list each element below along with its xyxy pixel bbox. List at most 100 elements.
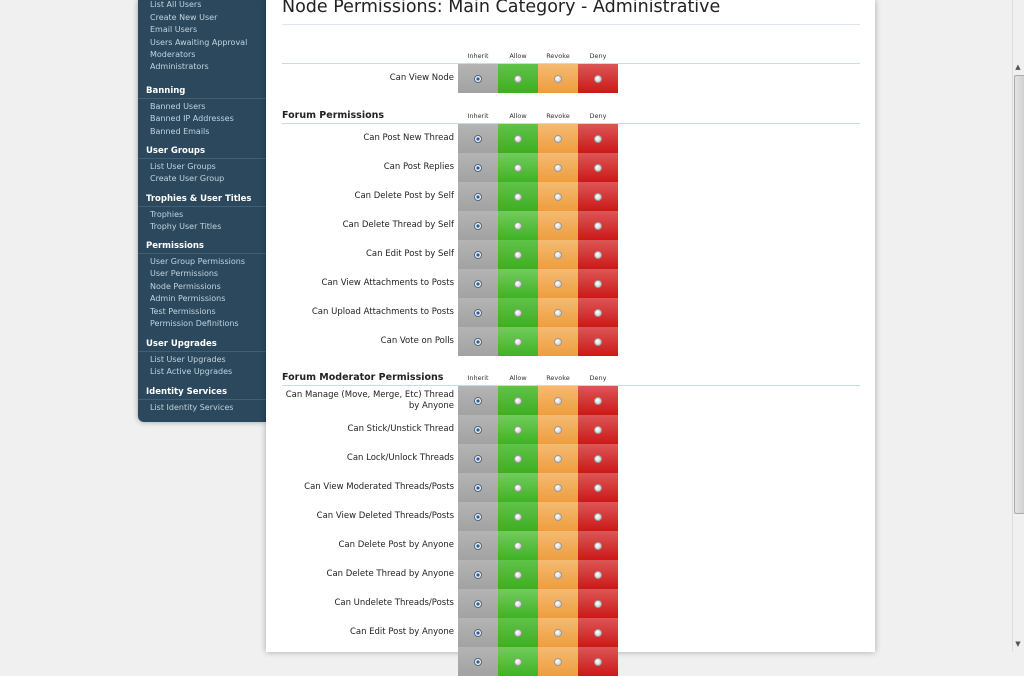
sidebar-link[interactable]: Administrators (138, 61, 266, 73)
scroll-up-arrow-icon[interactable]: ▲ (1012, 61, 1024, 73)
radio-button-revoke[interactable] (554, 279, 562, 288)
radio-button-revoke[interactable] (554, 425, 562, 434)
sidebar-heading[interactable]: User Upgrades (138, 339, 266, 352)
radio-button-allow[interactable] (514, 628, 522, 637)
sidebar-link[interactable]: Trophies (138, 209, 266, 221)
deny-option-cell[interactable] (578, 240, 618, 269)
allow-option-cell[interactable] (498, 531, 538, 560)
radio-button-allow[interactable] (514, 163, 522, 172)
radio-button-deny[interactable] (594, 628, 602, 637)
sidebar-link[interactable]: List Identity Services (138, 402, 266, 414)
radio-button-inherit[interactable] (474, 337, 482, 346)
sidebar-heading[interactable]: Banning (138, 86, 266, 99)
radio-button-inherit[interactable] (474, 221, 482, 230)
radio-button-allow[interactable] (514, 396, 522, 405)
sidebar-link[interactable]: User Permissions (138, 268, 266, 280)
sidebar-link[interactable]: List User Groups (138, 161, 266, 173)
radio-button-deny[interactable] (594, 250, 602, 259)
radio-button-allow[interactable] (514, 541, 522, 550)
radio-button-allow[interactable] (514, 74, 522, 83)
radio-button-revoke[interactable] (554, 396, 562, 405)
radio-button-inherit[interactable] (474, 454, 482, 463)
allow-option-cell[interactable] (498, 589, 538, 618)
revoke-option-cell[interactable] (538, 64, 578, 93)
inherit-option-cell[interactable] (458, 298, 498, 327)
inherit-option-cell[interactable] (458, 182, 498, 211)
radio-button-inherit[interactable] (474, 483, 482, 492)
deny-option-cell[interactable] (578, 415, 618, 444)
radio-button-allow[interactable] (514, 512, 522, 521)
sidebar-heading[interactable]: User Groups (138, 146, 266, 159)
deny-option-cell[interactable] (578, 124, 618, 153)
allow-option-cell[interactable] (498, 386, 538, 415)
revoke-option-cell[interactable] (538, 182, 578, 211)
radio-button-inherit[interactable] (474, 657, 482, 666)
revoke-option-cell[interactable] (538, 327, 578, 356)
deny-option-cell[interactable] (578, 211, 618, 240)
revoke-option-cell[interactable] (538, 531, 578, 560)
radio-button-allow[interactable] (514, 221, 522, 230)
radio-button-revoke[interactable] (554, 192, 562, 201)
radio-button-deny[interactable] (594, 74, 602, 83)
radio-button-inherit[interactable] (474, 163, 482, 172)
deny-option-cell[interactable] (578, 64, 618, 93)
allow-option-cell[interactable] (498, 327, 538, 356)
sidebar-link[interactable]: Permission Definitions (138, 318, 266, 330)
sidebar-link[interactable]: User Group Permissions (138, 256, 266, 268)
radio-button-deny[interactable] (594, 657, 602, 666)
radio-button-allow[interactable] (514, 250, 522, 259)
deny-option-cell[interactable] (578, 327, 618, 356)
deny-option-cell[interactable] (578, 182, 618, 211)
deny-option-cell[interactable] (578, 531, 618, 560)
sidebar-link[interactable]: Trophy User Titles (138, 221, 266, 233)
deny-option-cell[interactable] (578, 386, 618, 415)
inherit-option-cell[interactable] (458, 269, 498, 298)
allow-option-cell[interactable] (498, 124, 538, 153)
sidebar-link[interactable]: Moderators (138, 49, 266, 61)
radio-button-deny[interactable] (594, 454, 602, 463)
radio-button-revoke[interactable] (554, 512, 562, 521)
radio-button-revoke[interactable] (554, 74, 562, 83)
radio-button-allow[interactable] (514, 599, 522, 608)
inherit-option-cell[interactable] (458, 647, 498, 676)
inherit-option-cell[interactable] (458, 327, 498, 356)
radio-button-inherit[interactable] (474, 599, 482, 608)
radio-button-inherit[interactable] (474, 570, 482, 579)
sidebar-heading[interactable]: Identity Services (138, 387, 266, 400)
deny-option-cell[interactable] (578, 153, 618, 182)
radio-button-revoke[interactable] (554, 570, 562, 579)
inherit-option-cell[interactable] (458, 473, 498, 502)
allow-option-cell[interactable] (498, 269, 538, 298)
inherit-option-cell[interactable] (458, 211, 498, 240)
radio-button-deny[interactable] (594, 541, 602, 550)
radio-button-revoke[interactable] (554, 599, 562, 608)
allow-option-cell[interactable] (498, 64, 538, 93)
revoke-option-cell[interactable] (538, 415, 578, 444)
revoke-option-cell[interactable] (538, 386, 578, 415)
radio-button-deny[interactable] (594, 337, 602, 346)
revoke-option-cell[interactable] (538, 502, 578, 531)
radio-button-deny[interactable] (594, 134, 602, 143)
revoke-option-cell[interactable] (538, 153, 578, 182)
scrollbar-thumb[interactable] (1014, 75, 1024, 514)
radio-button-deny[interactable] (594, 396, 602, 405)
radio-button-inherit[interactable] (474, 425, 482, 434)
revoke-option-cell[interactable] (538, 269, 578, 298)
radio-button-allow[interactable] (514, 192, 522, 201)
radio-button-deny[interactable] (594, 163, 602, 172)
allow-option-cell[interactable] (498, 415, 538, 444)
radio-button-inherit[interactable] (474, 192, 482, 201)
radio-button-revoke[interactable] (554, 454, 562, 463)
inherit-option-cell[interactable] (458, 531, 498, 560)
allow-option-cell[interactable] (498, 560, 538, 589)
revoke-option-cell[interactable] (538, 560, 578, 589)
radio-button-inherit[interactable] (474, 628, 482, 637)
deny-option-cell[interactable] (578, 647, 618, 676)
inherit-option-cell[interactable] (458, 153, 498, 182)
sidebar-link[interactable]: Banned Emails (138, 126, 266, 138)
radio-button-allow[interactable] (514, 308, 522, 317)
deny-option-cell[interactable] (578, 298, 618, 327)
radio-button-allow[interactable] (514, 570, 522, 579)
radio-button-revoke[interactable] (554, 657, 562, 666)
radio-button-allow[interactable] (514, 454, 522, 463)
